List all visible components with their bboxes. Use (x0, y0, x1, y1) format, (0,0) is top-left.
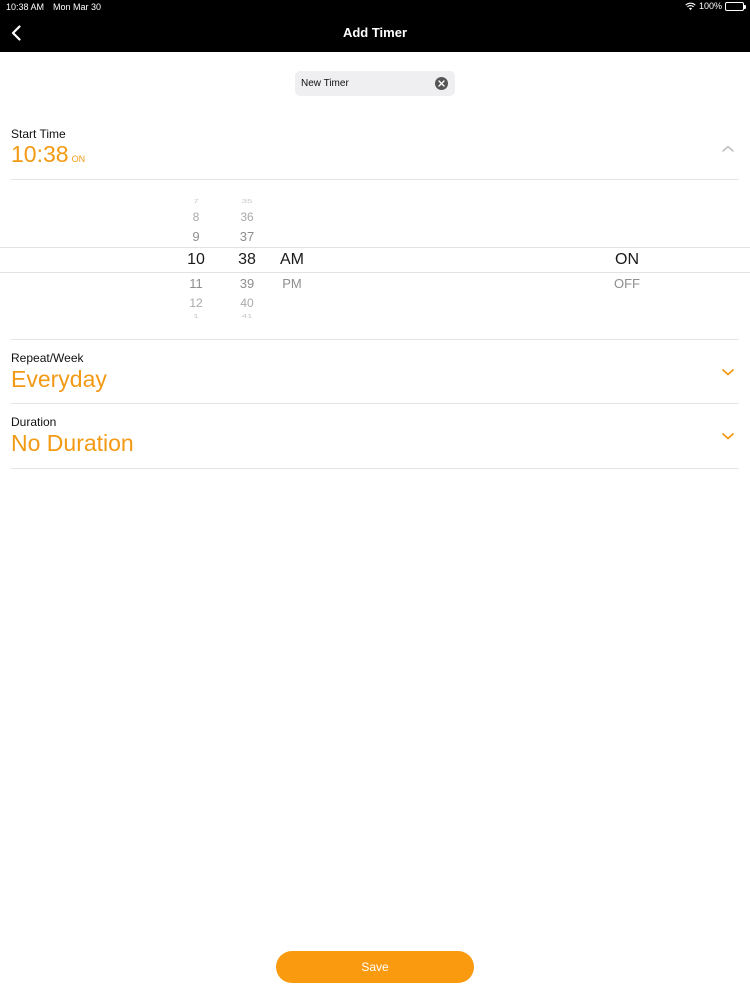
hour-option[interactable]: 9 (176, 229, 216, 244)
divider (11, 468, 739, 469)
hour-option[interactable]: 7 (176, 198, 216, 204)
clear-text-button[interactable] (435, 77, 448, 90)
minute-option[interactable]: 36 (227, 210, 267, 224)
duration-value[interactable]: No Duration (11, 430, 134, 457)
hour-option[interactable]: 8 (176, 210, 216, 224)
minute-selected[interactable]: 38 (227, 251, 267, 269)
hour-option[interactable]: 12 (176, 296, 216, 310)
start-time-value-row[interactable]: 10:38 ON (11, 141, 85, 168)
header-bar: 10:38 AM Mon Mar 30 100% Add Timer (0, 0, 750, 52)
hour-option[interactable]: 1 (176, 313, 216, 319)
minute-option[interactable]: 41 (227, 313, 267, 319)
chevron-down-icon[interactable] (720, 366, 736, 378)
battery-icon (725, 1, 746, 11)
start-time-state: ON (71, 154, 86, 164)
timer-name-field (295, 71, 455, 96)
period-wheel[interactable]: AM PM (270, 184, 314, 326)
hour-selected[interactable]: 10 (176, 251, 216, 269)
divider (11, 179, 739, 180)
period-option[interactable]: PM (270, 276, 314, 291)
divider (11, 403, 739, 404)
minute-wheel[interactable]: 35 36 37 38 39 40 41 (227, 184, 267, 326)
divider (11, 339, 739, 340)
repeat-label: Repeat/Week (11, 351, 84, 365)
repeat-value[interactable]: Everyday (11, 366, 107, 393)
hour-wheel[interactable]: 7 8 9 10 11 12 1 (176, 184, 216, 326)
duration-label: Duration (11, 415, 57, 429)
start-time-label: Start Time (11, 127, 66, 141)
minute-option[interactable]: 37 (227, 229, 267, 244)
minute-option[interactable]: 39 (227, 276, 267, 291)
time-picker[interactable]: 7 8 9 10 11 12 1 35 36 37 38 39 40 41 AM… (0, 184, 750, 326)
minute-option[interactable]: 35 (227, 198, 267, 204)
page-title: Add Timer (342, 25, 408, 40)
status-time: 10:38 AM (6, 2, 45, 12)
status-date: Mon Mar 30 (53, 2, 102, 12)
switch-selected[interactable]: ON (602, 251, 652, 269)
timer-name-input[interactable] (301, 71, 431, 96)
save-button[interactable]: Save (276, 951, 474, 983)
period-selected[interactable]: AM (270, 251, 314, 269)
close-icon (438, 80, 445, 87)
status-bar: 10:38 AM Mon Mar 30 100% (0, 0, 750, 16)
chevron-down-icon[interactable] (720, 430, 736, 442)
on-off-wheel[interactable]: ON OFF (602, 184, 652, 326)
status-right: 100% (685, 1, 746, 11)
wifi-icon (685, 2, 696, 10)
battery-percent: 100% (698, 1, 722, 11)
chevron-up-icon[interactable] (720, 143, 736, 155)
start-time-value: 10:38 (11, 141, 69, 167)
minute-option[interactable]: 40 (227, 296, 267, 310)
hour-option[interactable]: 11 (176, 276, 216, 291)
switch-option[interactable]: OFF (602, 276, 652, 291)
